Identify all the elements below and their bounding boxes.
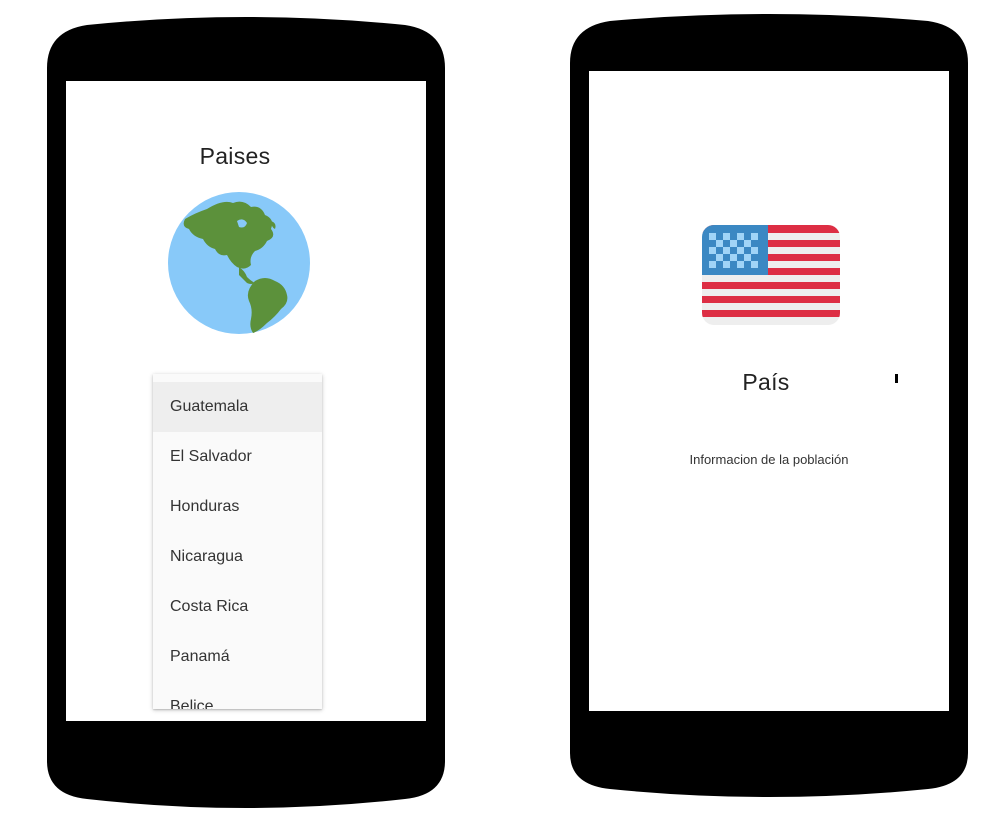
dropdown-option[interactable]: Guatemala [153,382,322,432]
screen-paises: Paises Guatemala El Salvador Honduras Nicar… [66,81,426,721]
country-dropdown[interactable]: Guatemala El Salvador Honduras Nicaragua Cos… [153,374,322,709]
dropdown-list: Guatemala El Salvador Honduras Nicaragua Cos… [153,382,322,709]
globe-americas-icon [167,191,311,335]
page-title-paises: Paises [199,143,271,169]
dropdown-option[interactable]: El Salvador [153,432,322,482]
app-stage: Paises Guatemala El Salvador Honduras Nicar… [0,0,1006,824]
page-title-pais: País [742,369,790,395]
dropdown-option[interactable]: Belice [153,682,322,709]
screen-pais: País Informacion de la población [589,71,949,711]
population-info-text: Informacion de la población [689,452,849,467]
dropdown-option[interactable]: Costa Rica [153,582,322,632]
dropdown-option[interactable]: Honduras [153,482,322,532]
text-cursor-mark [895,374,898,383]
dropdown-option[interactable]: Panamá [153,632,322,682]
dropdown-option[interactable]: Nicaragua [153,532,322,582]
us-flag-icon [702,225,840,325]
